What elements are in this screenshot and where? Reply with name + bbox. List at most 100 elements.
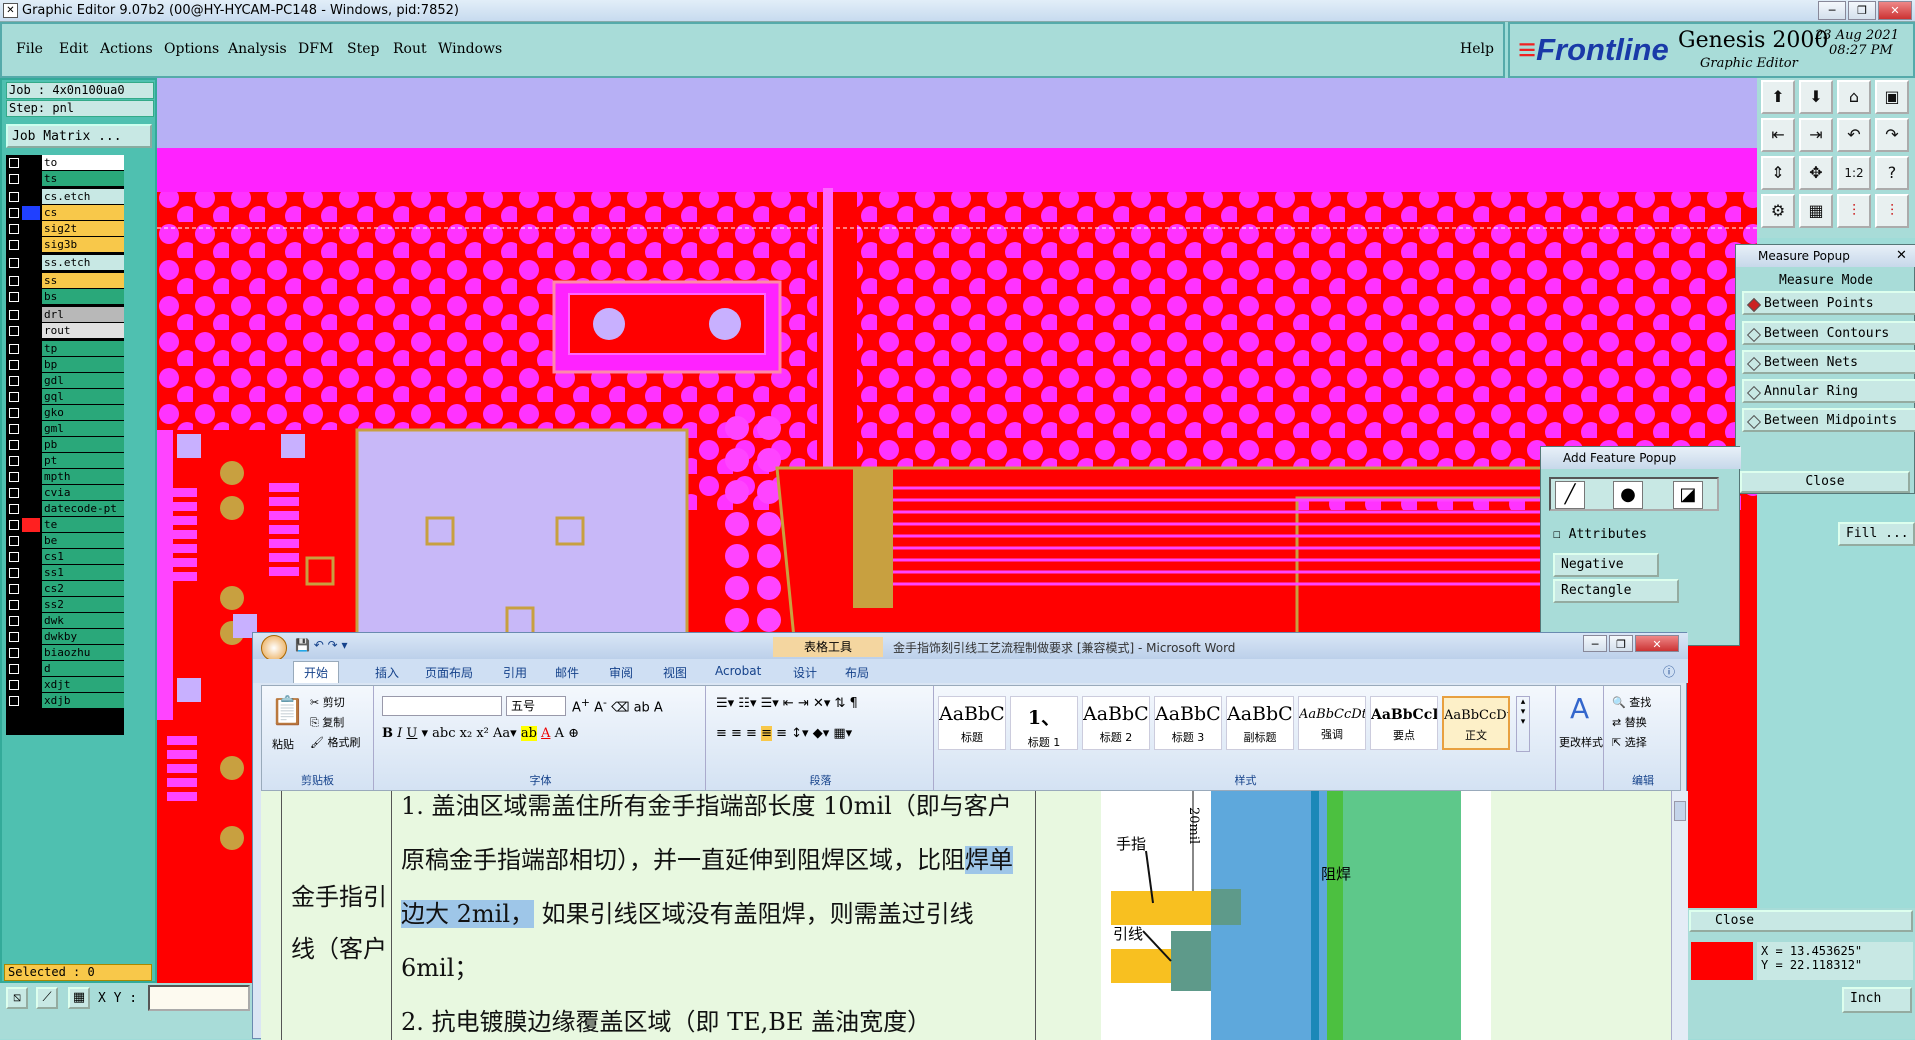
paste-label[interactable]: 粘贴	[272, 736, 294, 752]
layer-checkbox[interactable]	[9, 292, 19, 302]
redo-view-icon[interactable]: ↷	[1875, 118, 1909, 152]
layer-row[interactable]: cs	[6, 205, 124, 221]
style-strong[interactable]: AaBbCcD要点	[1370, 696, 1438, 750]
tools-icon[interactable]: ⚙	[1761, 194, 1795, 228]
word-close-button[interactable]: ✕	[1635, 635, 1679, 652]
add-feature-close-button[interactable]: Close	[1689, 910, 1913, 932]
menu-dfm[interactable]: DFM	[298, 41, 333, 57]
tab-table-layout[interactable]: 布局	[845, 664, 869, 681]
list-icons[interactable]: ☰▾ ☷▾ ☰▾ ⇤ ⇥ ✕▾ ⇅ ¶	[716, 696, 858, 711]
zoom-icon[interactable]: ⧅	[6, 987, 28, 1009]
shape-dropdown[interactable]: Rectangle	[1553, 579, 1679, 603]
minimize-button[interactable]: ─	[1818, 1, 1846, 20]
tab-layout[interactable]: 页面布局	[425, 664, 473, 681]
layer-row[interactable]: dwkby	[6, 629, 124, 645]
fill-button[interactable]: Fill ...	[1838, 522, 1915, 546]
document-area[interactable]: 金手指引 线（客户 1. 盖油区域需盖住所有金手指端部长度 10mil（即与客户原…	[261, 791, 1671, 1040]
layer-checkbox[interactable]	[9, 664, 19, 674]
menu-file[interactable]: File	[16, 41, 43, 57]
layer-checkbox[interactable]	[9, 240, 19, 250]
word-maximize-button[interactable]: ❐	[1609, 635, 1633, 652]
document-scrollbar[interactable]	[1671, 791, 1688, 1040]
layer-checkbox[interactable]	[9, 600, 19, 610]
styles-scroll[interactable]: ▴ ▾ ▾	[1516, 696, 1530, 752]
pan-left-icon[interactable]: ⇤	[1761, 118, 1795, 152]
layer-row[interactable]: cvia	[6, 485, 124, 501]
window-icon[interactable]: ▣	[1875, 80, 1909, 114]
layer-checkbox[interactable]	[9, 376, 19, 386]
line-icon[interactable]: ╱	[1555, 481, 1585, 509]
layer-checkbox[interactable]	[9, 158, 19, 168]
word-minimize-button[interactable]: ─	[1583, 635, 1607, 652]
layer-row[interactable]: d	[6, 661, 124, 677]
copy-button[interactable]: ⎘ 复制	[310, 714, 344, 730]
layer-checkbox[interactable]	[9, 224, 19, 234]
tab-home[interactable]: 开始	[293, 661, 340, 683]
pan-right-icon[interactable]: ⇥	[1799, 118, 1833, 152]
undo-view-icon[interactable]: ↶	[1837, 118, 1871, 152]
menu-options[interactable]: Options	[164, 41, 219, 57]
layer-checkbox[interactable]	[9, 680, 19, 690]
layer-row[interactable]: datecode-pt	[6, 501, 124, 517]
layer-checkbox[interactable]	[9, 174, 19, 184]
scroll-thumb[interactable]	[1674, 801, 1686, 821]
layer-checkbox[interactable]	[9, 632, 19, 642]
layer-checkbox[interactable]	[9, 424, 19, 434]
layer-checkbox[interactable]	[9, 584, 19, 594]
font-format-icons[interactable]: B I U ▾ abc x₂ x² Aa▾ ab A A ⊕	[382, 726, 579, 741]
tab-acrobat[interactable]: Acrobat	[715, 664, 761, 678]
cut-button[interactable]: ✂ 剪切	[310, 694, 345, 710]
surface-icon[interactable]: ◪	[1673, 481, 1703, 509]
measure-close-button[interactable]: Close	[1740, 471, 1910, 493]
menu-edit[interactable]: Edit	[59, 41, 88, 57]
layer-row[interactable]: te	[6, 517, 124, 533]
layer-row[interactable]: pt	[6, 453, 124, 469]
layer-checkbox[interactable]	[9, 440, 19, 450]
menu-actions[interactable]: Actions	[100, 41, 153, 57]
layer-checkbox[interactable]	[9, 276, 19, 286]
replace-button[interactable]: ⇄ 替换	[1612, 714, 1647, 730]
scale-icon[interactable]: 1:2	[1837, 156, 1871, 190]
quick-access-icon[interactable]: 💾 ↶ ↷ ▾	[295, 638, 348, 652]
layer-row[interactable]: ss1	[6, 565, 124, 581]
layer-checkbox[interactable]	[9, 568, 19, 578]
layer-row[interactable]: gko	[6, 405, 124, 421]
menu-step[interactable]: Step	[347, 41, 379, 57]
word-help-icon[interactable]: ⓘ	[1663, 663, 1675, 680]
change-styles-icon[interactable]: A	[1570, 692, 1589, 725]
layer-checkbox[interactable]	[9, 360, 19, 370]
layer-row[interactable]: dwk	[6, 613, 124, 629]
layer-row[interactable]: tp	[6, 341, 124, 357]
layer-row[interactable]: ss.etch	[6, 255, 124, 271]
layer-checkbox[interactable]	[9, 520, 19, 530]
layer-checkbox[interactable]	[9, 208, 19, 218]
grid-icon[interactable]: ▦	[1799, 194, 1833, 228]
layer-row[interactable]: gdl	[6, 373, 124, 389]
layer-row[interactable]: ss	[6, 273, 124, 289]
cell-body-text[interactable]: 1. 盖油区域需盖住所有金手指端部长度 10mil（即与客户原稿金手指端部相切）…	[401, 791, 1031, 1039]
layer-checkbox[interactable]	[9, 648, 19, 658]
layer-checkbox[interactable]	[9, 192, 19, 202]
layer-row[interactable]: to	[6, 155, 124, 171]
mode-between-contours[interactable]: Between Contours	[1742, 321, 1915, 345]
layer-row[interactable]: rout	[6, 323, 124, 339]
menu-rout[interactable]: Rout	[393, 41, 427, 57]
format-painter-button[interactable]: 🖌 格式刷	[310, 734, 360, 750]
mode-between-midpoints[interactable]: Between Midpoints	[1742, 408, 1915, 432]
layer-row[interactable]: mpth	[6, 469, 124, 485]
font-grow-icon[interactable]: A+ A- ⌫ ab A	[572, 696, 663, 715]
polarity-dropdown[interactable]: Negative	[1553, 553, 1659, 577]
menu-help[interactable]: Help	[1460, 41, 1494, 57]
layer-row[interactable]: xdjt	[6, 677, 124, 693]
layer-row[interactable]: cs1	[6, 549, 124, 565]
layer-checkbox[interactable]	[9, 408, 19, 418]
layer-row[interactable]: drl	[6, 307, 124, 323]
layer-row[interactable]: bs	[6, 289, 124, 305]
style-heading2[interactable]: AaBbC(标题 2	[1082, 696, 1150, 750]
layer-checkbox[interactable]	[9, 536, 19, 546]
style-subtitle[interactable]: AaBbC(副标题	[1226, 696, 1294, 750]
layer-checkbox[interactable]	[9, 696, 19, 706]
select-button[interactable]: ⇱ 选择	[1612, 734, 1647, 750]
center-icon[interactable]: ✥	[1799, 156, 1833, 190]
graph2-icon[interactable]: ⫶	[1875, 194, 1909, 228]
